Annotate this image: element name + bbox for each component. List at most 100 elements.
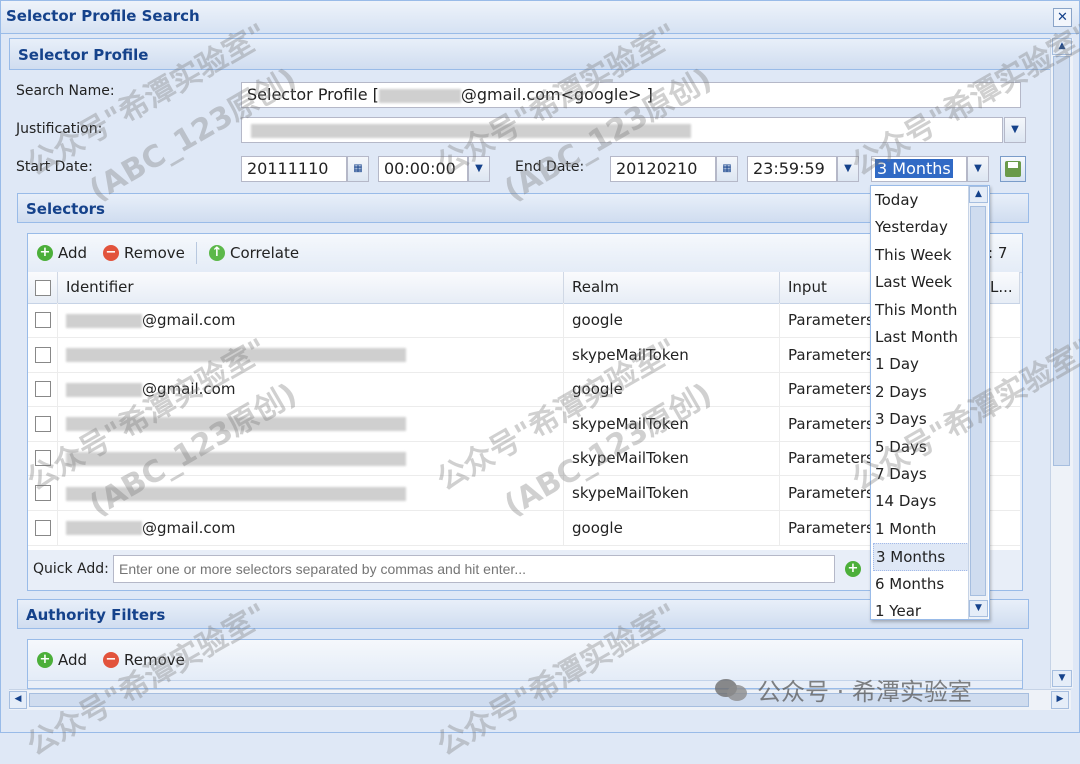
row-checkbox[interactable] <box>35 415 51 432</box>
save-icon[interactable] <box>1000 156 1026 182</box>
justification-field[interactable] <box>241 117 1003 143</box>
dropdown-scroll-thumb[interactable] <box>970 206 986 596</box>
range-option[interactable]: 3 Months <box>873 543 969 572</box>
start-date-calendar-icon[interactable]: ▦ <box>347 156 369 182</box>
range-option[interactable]: This Week <box>875 242 967 268</box>
range-select[interactable]: 3 Months <box>871 156 967 182</box>
range-option[interactable]: 1 Day <box>875 351 967 377</box>
range-option[interactable]: 14 Days <box>875 488 967 514</box>
scroll-up-icon[interactable]: ▲ <box>1052 38 1072 55</box>
add-authority-button[interactable]: + Add <box>37 651 87 669</box>
row-checkbox[interactable] <box>35 346 51 363</box>
realm-column-header[interactable]: Realm <box>564 272 780 303</box>
add-icon: + <box>37 245 53 261</box>
add-icon: + <box>37 652 53 668</box>
redacted-text <box>66 417 406 432</box>
start-time-chevron-down-icon[interactable]: ▼ <box>468 156 490 182</box>
selector-count: : 7 <box>988 244 1008 262</box>
selectors-title: Selectors <box>26 200 105 218</box>
scroll-right-icon[interactable]: ▶ <box>1051 691 1069 709</box>
redacted-text <box>251 123 691 138</box>
selector-profile-header[interactable]: Selector Profile <box>9 38 1051 70</box>
last-column-header[interactable]: L... <box>985 272 1020 303</box>
dropdown-scroll-down-icon[interactable]: ▼ <box>969 600 988 617</box>
wechat-watermark: 公众号 · 希潭实验室 <box>715 672 972 707</box>
range-dropdown: Today Yesterday This Week Last Week This Mon… <box>870 185 990 620</box>
realm-cell: skypeMailToken <box>564 406 780 441</box>
remove-icon: − <box>103 652 119 668</box>
row-select-cell <box>28 303 58 337</box>
identifier-text: @gmail.com <box>142 380 236 399</box>
end-time-field[interactable]: 23:59:59 <box>747 156 837 182</box>
quick-add-icon[interactable]: + <box>845 561 861 577</box>
remove-selector-button[interactable]: − Remove <box>103 244 185 262</box>
row-checkbox[interactable] <box>35 312 51 328</box>
window-vertical-scrollbar[interactable]: ▲ ▼ <box>1050 38 1073 688</box>
range-option[interactable]: 1 Year <box>875 598 967 619</box>
start-time-field[interactable]: 00:00:00 <box>378 156 468 182</box>
search-name-field[interactable]: Selector Profile [@gmail.com<google> ] <box>241 82 1021 108</box>
end-date-field[interactable]: 20120210 <box>610 156 716 182</box>
range-option[interactable]: Yesterday <box>875 214 967 240</box>
range-option[interactable]: Last Month <box>875 324 967 350</box>
correlate-button[interactable]: ↑ Correlate <box>209 244 299 262</box>
identifier-cell: @gmail.com <box>58 372 564 407</box>
range-option[interactable]: 7 Days <box>875 461 967 487</box>
identifier-cell <box>58 337 564 372</box>
range-chevron-down-icon[interactable]: ▼ <box>967 156 989 182</box>
redacted-text <box>66 486 406 501</box>
redacted-text <box>66 382 142 397</box>
range-option[interactable]: 6 Months <box>875 571 967 597</box>
select-all-checkbox[interactable] <box>35 280 51 296</box>
start-date-field[interactable]: 20111110 <box>241 156 347 182</box>
range-option[interactable]: Today <box>875 187 967 213</box>
scroll-thumb[interactable] <box>1053 56 1070 466</box>
correlate-icon: ↑ <box>209 245 225 261</box>
wechat-icon <box>715 677 749 703</box>
range-option[interactable]: 2 Days <box>875 379 967 405</box>
row-select-cell <box>28 510 58 545</box>
identifier-text: @gmail.com <box>142 311 236 329</box>
realm-cell: skypeMailToken <box>564 441 780 476</box>
identifier-cell <box>58 441 564 476</box>
identifier-cell: @gmail.com <box>58 510 564 545</box>
toolbar-separator <box>196 242 197 264</box>
row-checkbox[interactable] <box>35 519 51 536</box>
dropdown-scroll-up-icon[interactable]: ▲ <box>969 186 988 203</box>
row-checkbox[interactable] <box>35 381 51 398</box>
authority-filters-title: Authority Filters <box>26 606 166 624</box>
end-date-label: End Date: <box>515 159 585 175</box>
row-select-cell <box>28 476 58 510</box>
identifier-column-header[interactable]: Identifier <box>58 272 564 303</box>
row-checkbox[interactable] <box>35 450 51 467</box>
row-select-cell <box>28 337 58 372</box>
remove-icon: − <box>103 245 119 261</box>
add-selector-button[interactable]: + Add <box>37 244 87 262</box>
identifier-text: @gmail.com <box>142 518 236 537</box>
redacted-text <box>66 451 406 466</box>
justification-chevron-down-icon[interactable]: ▼ <box>1004 117 1026 143</box>
range-option[interactable]: Last Week <box>875 269 967 295</box>
end-date-calendar-icon[interactable]: ▦ <box>716 156 738 182</box>
redacted-text <box>66 521 142 536</box>
range-option[interactable]: 1 Month <box>875 516 967 542</box>
end-time-chevron-down-icon[interactable]: ▼ <box>837 156 859 182</box>
range-option[interactable]: 3 Days <box>875 406 967 432</box>
close-icon[interactable]: ✕ <box>1053 8 1072 27</box>
identifier-cell: @gmail.com <box>58 303 564 337</box>
row-checkbox[interactable] <box>35 485 51 501</box>
realm-cell: skypeMailToken <box>564 476 780 510</box>
range-option[interactable]: 5 Days <box>875 434 967 460</box>
quick-add-input[interactable] <box>113 555 835 583</box>
range-option[interactable]: This Month <box>875 297 967 323</box>
scroll-left-icon[interactable]: ◀ <box>9 691 27 709</box>
identifier-cell <box>58 406 564 441</box>
selector-profile-title: Selector Profile <box>18 46 149 64</box>
remove-authority-button[interactable]: − Remove <box>103 651 185 669</box>
dropdown-scrollbar[interactable]: ▲ ▼ <box>968 186 988 619</box>
start-date-label: Start Date: <box>16 159 93 175</box>
justification-label: Justification: <box>16 121 103 137</box>
scroll-down-icon[interactable]: ▼ <box>1052 670 1072 687</box>
select-all-column <box>28 272 58 303</box>
redacted-text <box>66 348 406 363</box>
